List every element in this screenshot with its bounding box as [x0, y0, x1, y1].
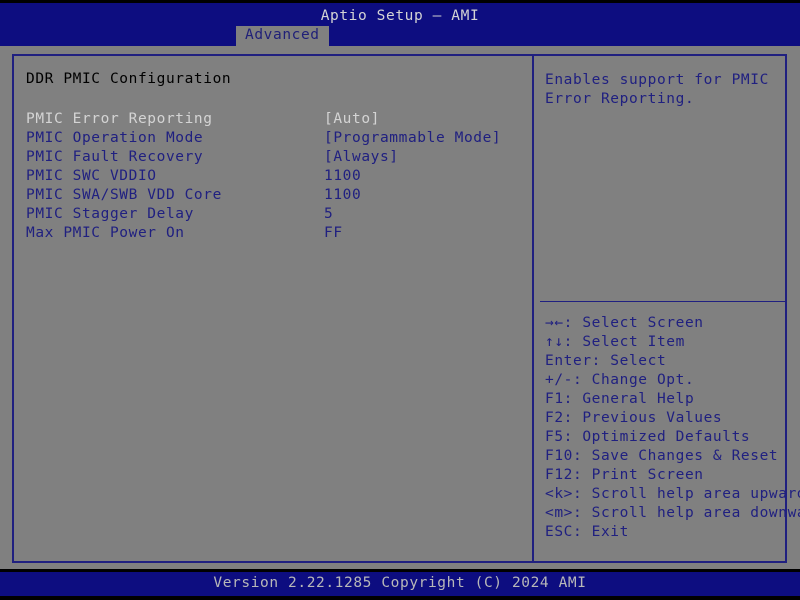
key-legend-item: Enter: Select: [545, 353, 667, 369]
setting-value[interactable]: [Programmable Mode]: [324, 129, 501, 148]
setting-label: Max PMIC Power On: [26, 225, 185, 241]
help-divider: [540, 301, 785, 302]
key-legend-item: F2: Previous Values: [545, 410, 723, 426]
setting-label: PMIC Fault Recovery: [26, 149, 204, 165]
key-legend-item: F1: General Help: [545, 391, 695, 407]
setting-value[interactable]: 1100: [324, 167, 361, 186]
setting-value[interactable]: [Always]: [324, 148, 399, 167]
key-legend-item: +/-: Change Opt.: [545, 372, 695, 388]
key-legend-item: F5: Optimized Defaults: [545, 429, 751, 445]
key-legend-item: ESC: Exit: [545, 524, 629, 540]
panel-frame: DDR PMIC Configuration PMIC Error Report…: [12, 54, 800, 563]
tab-advanced[interactable]: Advanced: [236, 26, 329, 46]
setting-value[interactable]: FF: [324, 224, 343, 243]
version-text: Version 2.22.1285 Copyright (C) 2024 AMI: [213, 575, 587, 591]
setting-value[interactable]: 5: [324, 205, 333, 224]
help-text: Enables support for PMIC Error Reporting…: [545, 72, 769, 107]
settings-pane: DDR PMIC Configuration PMIC Error Report…: [14, 56, 532, 561]
setting-row[interactable]: PMIC SWC VDDIO 1100: [14, 167, 532, 186]
setting-row[interactable]: PMIC Fault Recovery [Always]: [14, 148, 532, 167]
key-legend-item: F12: Print Screen: [545, 467, 704, 483]
key-legend-item: <k>: Scroll help area upwards: [545, 486, 800, 502]
setting-row[interactable]: PMIC Stagger Delay 5: [14, 205, 532, 224]
setting-label: PMIC Stagger Delay: [26, 206, 194, 222]
setting-label: PMIC Operation Mode: [26, 130, 204, 146]
desktop-area: DDR PMIC Configuration PMIC Error Report…: [0, 46, 800, 569]
setting-label: PMIC SWC VDDIO: [26, 168, 157, 184]
header-bar: Aptio Setup – AMI Advanced: [0, 3, 800, 46]
setting-row[interactable]: PMIC SWA/SWB VDD Core 1100: [14, 186, 532, 205]
setting-value[interactable]: [Auto]: [324, 110, 380, 129]
setting-label: PMIC Error Reporting: [26, 111, 213, 127]
help-pane: Enables support for PMIC Error Reporting…: [534, 56, 800, 561]
key-legend-item: ↑↓: Select Item: [545, 334, 685, 350]
section-title: DDR PMIC Configuration: [26, 71, 232, 87]
footer-bar: Version 2.22.1285 Copyright (C) 2024 AMI: [0, 572, 800, 596]
bios-setup-screen: Aptio Setup – AMI Advanced DDR PMIC Conf…: [0, 0, 800, 600]
setting-row[interactable]: PMIC Error Reporting [Auto]: [14, 110, 532, 129]
key-legend-item: F10: Save Changes & Reset: [545, 448, 779, 464]
key-legend-item: <m>: Scroll help area downwards: [545, 505, 800, 521]
page-title: Aptio Setup – AMI: [320, 8, 480, 24]
key-legend: →←: Select Screen ↑↓: Select Item Enter: S…: [545, 314, 800, 542]
setting-row[interactable]: PMIC Operation Mode [Programmable Mode]: [14, 129, 532, 148]
key-legend-item: →←: Select Screen: [545, 315, 704, 331]
setting-row[interactable]: Max PMIC Power On FF: [14, 224, 532, 243]
setting-value[interactable]: 1100: [324, 186, 361, 205]
tab-strip: Advanced: [0, 26, 800, 46]
settings-list: PMIC Error Reporting [Auto] PMIC Operation…: [14, 110, 532, 243]
setting-label: PMIC SWA/SWB VDD Core: [26, 187, 222, 203]
